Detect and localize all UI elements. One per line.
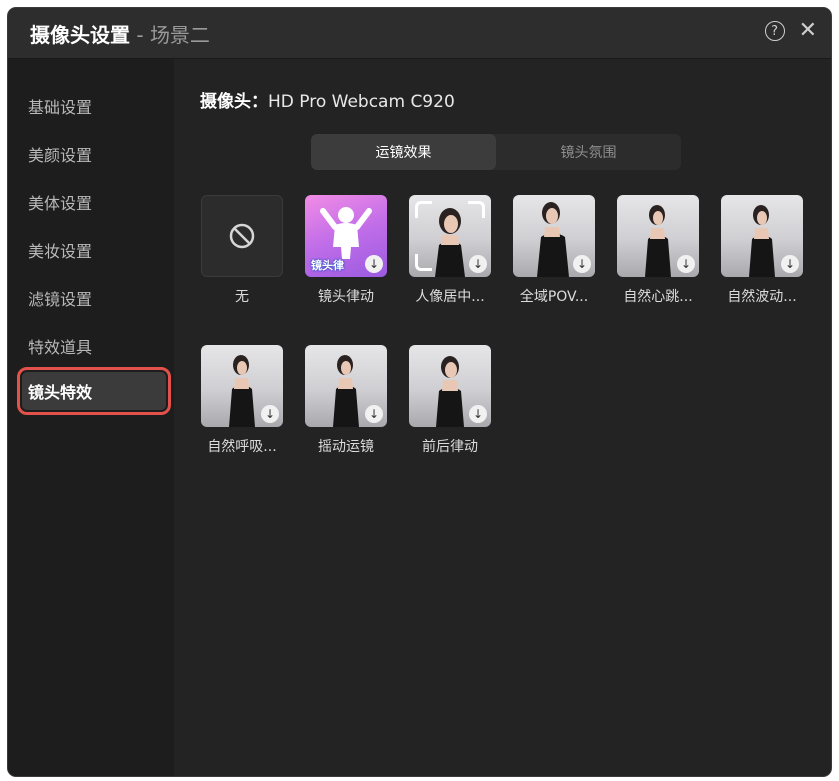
help-icon[interactable]: ? xyxy=(764,21,785,41)
download-icon[interactable]: ↓ xyxy=(781,255,799,273)
frame-corner xyxy=(468,201,485,218)
download-icon[interactable]: ↓ xyxy=(573,255,591,273)
rhythm-badge: 镜头律 xyxy=(311,259,344,272)
effect-label: 摇动运镜 xyxy=(318,439,374,455)
camera-info: 摄像头：HD Pro Webcam C920 xyxy=(200,87,455,112)
effect-item-portrait-center[interactable]: ↓ 人像居中... xyxy=(404,195,496,306)
effect-label: 自然心跳... xyxy=(623,289,693,305)
effect-thumbnail: ↓ xyxy=(201,345,283,427)
download-icon[interactable]: ↓ xyxy=(677,255,695,273)
camera-settings-window: 摄像头设置 - 场景二 ? ✕ 基础设置 美颜设置 美体设置 美妆设置 滤镜设置… xyxy=(8,8,831,776)
effect-item-heartbeat[interactable]: ↓ 自然心跳... xyxy=(612,195,704,306)
scene-name: 场景二 xyxy=(149,22,210,47)
download-icon[interactable]: ↓ xyxy=(365,255,383,273)
effect-item-breath[interactable]: ↓ 自然呼吸... xyxy=(196,345,288,456)
effect-thumbnail: 镜头律 ↓ xyxy=(305,195,387,277)
download-icon[interactable]: ↓ xyxy=(469,255,487,273)
effect-label: 自然波动... xyxy=(727,289,797,305)
sidebar-item-body[interactable]: 美体设置 xyxy=(22,183,166,221)
download-icon[interactable]: ↓ xyxy=(469,405,487,423)
sidebar-item-filter[interactable]: 滤镜设置 xyxy=(22,279,166,317)
main-panel: 摄像头：HD Pro Webcam C920 运镜效果 镜头氛围 无 镜头律 ↓… xyxy=(174,59,831,776)
close-icon[interactable]: ✕ xyxy=(799,20,817,42)
title-bar: 摄像头设置 - 场景二 ? ✕ xyxy=(8,8,831,59)
effect-item-rhythm[interactable]: 镜头律 ↓ 镜头律动 xyxy=(300,195,392,306)
effect-thumbnail: ↓ xyxy=(513,195,595,277)
frame-corner xyxy=(415,254,432,271)
effect-item-none[interactable]: 无 xyxy=(196,195,288,306)
download-icon[interactable]: ↓ xyxy=(261,405,279,423)
effect-label: 前后律动 xyxy=(422,439,478,455)
window-title: 摄像头设置 - 场景二 xyxy=(30,19,210,48)
sidebar-item-props[interactable]: 特效道具 xyxy=(22,327,166,365)
effect-thumbnail: ↓ xyxy=(617,195,699,277)
effect-item-pov[interactable]: ↓ 全域POV... xyxy=(508,195,600,306)
camera-name: HD Pro Webcam C920 xyxy=(268,92,455,112)
title-separator: - xyxy=(130,22,150,47)
effect-tabs: 运镜效果 镜头氛围 xyxy=(311,134,681,170)
effect-item-shake[interactable]: ↓ 摇动运镜 xyxy=(300,345,392,456)
effect-thumbnail: ↓ xyxy=(721,195,803,277)
effect-thumbnail: ↓ xyxy=(409,345,491,427)
sidebar-item-basic[interactable]: 基础设置 xyxy=(22,87,166,125)
effect-item-push-pull[interactable]: ↓ 前后律动 xyxy=(404,345,496,456)
download-icon[interactable]: ↓ xyxy=(365,405,383,423)
effect-label: 全域POV... xyxy=(519,289,589,305)
sidebar: 基础设置 美颜设置 美体设置 美妆设置 滤镜设置 特效道具 镜头特效 xyxy=(8,59,174,776)
effect-label: 人像居中... xyxy=(415,289,485,305)
effect-thumbnail: ↓ xyxy=(305,345,387,427)
frame-corner xyxy=(415,201,432,218)
title-text: 摄像头设置 xyxy=(30,22,130,47)
effect-item-wave[interactable]: ↓ 自然波动... xyxy=(716,195,808,306)
effect-label: 自然呼吸... xyxy=(207,439,277,455)
effect-label: 无 xyxy=(235,289,249,305)
sidebar-item-lens-effects[interactable]: 镜头特效 xyxy=(17,367,171,415)
sidebar-item-beauty[interactable]: 美颜设置 xyxy=(22,135,166,173)
none-icon xyxy=(229,223,255,249)
sidebar-item-makeup[interactable]: 美妆设置 xyxy=(22,231,166,269)
effect-label: 镜头律动 xyxy=(318,289,374,305)
camera-key: 摄像头： xyxy=(200,92,268,112)
effect-thumbnail: ↓ xyxy=(409,195,491,277)
effect-thumbnail xyxy=(201,195,283,277)
tab-lens-atmosphere[interactable]: 镜头氛围 xyxy=(496,134,681,170)
tab-camera-movement[interactable]: 运镜效果 xyxy=(311,134,496,170)
